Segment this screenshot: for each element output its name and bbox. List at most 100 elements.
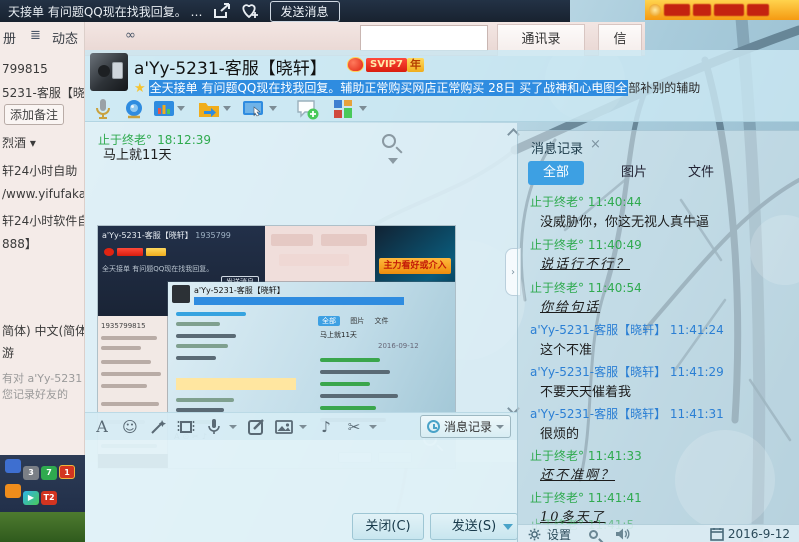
share-icon[interactable] [213,3,231,19]
voice-dropdown[interactable] [229,425,237,429]
avatar[interactable] [90,53,128,91]
history-close-icon[interactable]: × [590,137,601,152]
group-selector[interactable]: 烈酒 ▾ [2,134,36,151]
date-label: 2016-9-12 [728,527,790,541]
voice-call-icon[interactable] [91,97,115,121]
history-footer: 设置 2016-9-12 [518,524,799,542]
shot-uin: 1935799 [195,231,231,240]
screen-share-icon[interactable] [241,97,265,121]
language-fragment: 简体) 中文(简体 [2,322,85,339]
background-nav-row: 册 ≣ 动态 ∞ [0,28,340,50]
history-text: 还不准啊？ [540,464,615,483]
history-text: 你给句话 [540,296,600,315]
input-toolbar: A ☺ [85,412,517,440]
history-sender: 止于终老° 11:41:33 [530,447,642,464]
infinity-icon: ∞ [125,28,136,43]
history-panel-title: 消息记录 [531,138,583,157]
nav-album-fragment[interactable]: 册 [3,28,16,47]
date-selector[interactable]: 2016-9-12 [710,527,790,541]
history-text: 不要天天催着我 [540,381,631,400]
promo-banner[interactable] [645,0,799,20]
chat-title: a'Yy-5231-客服【晓轩】 [134,54,327,79]
svip-level-badge[interactable]: SVIP7 [366,58,407,72]
file-transfer-icon[interactable] [197,97,221,121]
screen: 799815 5231-客服【晓 添加备注 烈酒 ▾ 轩24小时自助 /www.… [0,0,799,542]
profile-signature-text: 天接单 有问题QQ现在找我回复。 … [8,3,203,20]
font-style-icon[interactable]: A [91,417,113,437]
star-icon: ★ [134,81,146,96]
settings-label[interactable]: 设置 [547,526,571,542]
message-history-button[interactable]: 消息记录 [420,415,511,438]
video-call-icon[interactable] [122,97,146,121]
shot-signature: 全天接单 有问题QQ现在找我回复。 [102,264,213,274]
history-sender: a'Yy-5231-客服【晓轩】 11:41:29 [530,363,724,380]
gear-icon[interactable] [528,528,541,541]
shot-inner-title: a'Yy-5231-客服【晓轩】 [194,285,285,296]
orange-badge-icon[interactable] [5,484,21,498]
history-sender: a'Yy-5231-客服【晓轩】 11:41:24 [530,321,724,338]
promo-art [714,4,744,16]
history-tab-images[interactable]: 图片 [606,161,662,185]
magic-wand-icon[interactable] [147,417,169,437]
screenshot-dropdown[interactable] [177,106,185,111]
create-group-chat-icon[interactable] [295,97,319,121]
signature-url-fragment[interactable]: /www.yifufaka [2,187,85,201]
history-dropdown[interactable] [496,425,504,429]
shot-tab-files: 文件 [374,317,388,325]
speaker-icon[interactable] [614,527,630,541]
shot-number: 1935799815 [101,322,146,330]
avatar-art [112,62,123,79]
message-history-panel: 消息记录 × 全部 图片 文件 止于终老° 11:40:44 没威胁你，你这无视… [517,130,799,542]
screenshot-scissors-icon[interactable]: ✂ [343,417,365,437]
year-vip-badge[interactable]: 年 [407,58,424,72]
calendar-icon [710,527,724,541]
history-tab-files[interactable]: 文件 [673,161,729,185]
background-profile-topbar: 天接单 有问题QQ现在找我回复。 … 发送消息 [0,0,570,22]
search-icon[interactable] [589,530,598,539]
shot-date: 2016-09-12 [378,342,419,350]
tip-fragment-2: 您记录好友的 [2,386,68,402]
background-search-input[interactable] [360,25,488,51]
send-image-icon[interactable] [273,417,295,437]
qq-number-fragment: 799815 [2,62,48,76]
close-button[interactable]: 关闭(C) [352,513,424,540]
compose-icon[interactable] [245,417,267,437]
shot-tab-all: 全部 [318,316,340,326]
history-text: 说话行不行？ [540,253,630,272]
screen-share-dropdown[interactable] [269,106,277,111]
app-box-icon[interactable] [331,97,355,121]
image-dropdown[interactable] [299,425,307,429]
promo-alert-icon [649,4,661,16]
signature-fragment-2: 轩24小时软件自 [2,212,85,229]
screenshot-tool-icon[interactable] [152,97,176,121]
app-box-dropdown[interactable] [359,106,367,111]
send-options-caret[interactable] [503,524,513,530]
history-sender: 止于终老° 11:40:44 [530,193,642,210]
image-options-caret[interactable] [388,158,398,164]
voice-message-icon[interactable] [203,417,225,437]
clock-icon [427,420,440,433]
red-diamond-icon[interactable]: 1 [59,465,75,479]
emoticon-icon[interactable]: ☺ [119,417,141,437]
signature-row[interactable]: ★全天接单 有问题QQ现在找我回复。辅助正常购买网店正常购买 28日 买了战神和… [134,79,700,96]
gray-diamond-icon[interactable]: 3 [23,466,39,480]
nav-feed[interactable]: 动态 [52,28,78,47]
history-sender: 止于终老° 11:40:54 [530,279,642,296]
privilege-badge-panel: 371 ▶T2 [0,455,85,512]
t2-badge-icon[interactable]: T2 [41,491,57,505]
promo-art [747,4,769,16]
green-diamond-icon[interactable]: 7 [41,466,57,480]
image-zoom-icon[interactable] [382,134,402,154]
favorite-add-icon[interactable] [241,3,260,19]
music-icon[interactable]: ♪ [315,417,337,437]
add-note-button[interactable]: 添加备注 [4,104,64,125]
blue-diamond-icon[interactable] [5,459,21,473]
scissors-dropdown[interactable] [369,425,377,429]
send-message-button[interactable]: 发送消息 [270,1,340,22]
play-badge-icon[interactable]: ▶ [23,491,39,505]
window-shake-icon[interactable] [175,417,197,437]
desktop-grass-wallpaper [0,512,85,542]
file-transfer-dropdown[interactable] [223,106,231,111]
svip-face-icon[interactable] [347,57,364,72]
history-tab-all[interactable]: 全部 [528,161,584,185]
